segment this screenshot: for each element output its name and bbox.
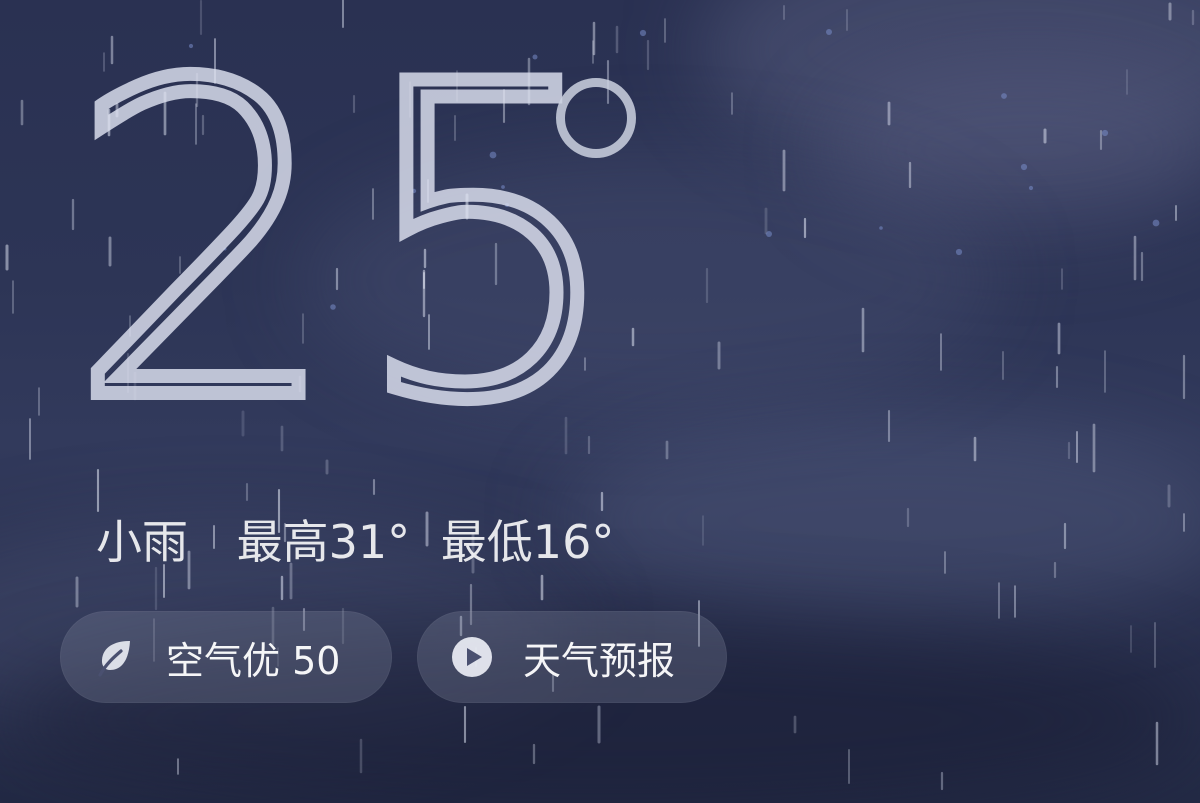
rain-drop bbox=[1028, 185, 1034, 191]
temperature-value: 25 bbox=[61, 0, 636, 495]
rain-drop bbox=[955, 248, 963, 256]
rain-drop bbox=[1101, 129, 1109, 137]
degree-symbol bbox=[556, 78, 636, 158]
leaf-icon bbox=[94, 636, 136, 678]
weather-screen: 25 小雨 最高31° 最低16° 空气优 50 天气预报 bbox=[0, 0, 1200, 803]
rain-drop bbox=[1152, 219, 1160, 227]
air-quality-label: 空气优 50 bbox=[166, 638, 341, 683]
rain-drop bbox=[1020, 163, 1028, 171]
weather-condition: 小雨 bbox=[96, 515, 188, 569]
weather-summary: 小雨 最高31° 最低16° bbox=[96, 512, 614, 572]
low-temperature: 最低16° bbox=[440, 515, 615, 569]
rain-drop bbox=[1001, 93, 1007, 99]
cloud-haze bbox=[560, 420, 1200, 620]
rain-drop bbox=[879, 226, 883, 230]
current-temperature: 25 bbox=[61, 23, 668, 467]
rain-drop bbox=[826, 29, 832, 35]
air-quality-button[interactable]: 空气优 50 bbox=[60, 611, 392, 703]
cloud-haze bbox=[820, 60, 1200, 240]
cloud-haze bbox=[700, 0, 1200, 180]
high-temperature: 最高31° bbox=[236, 515, 411, 569]
forecast-label: 天气预报 bbox=[523, 638, 676, 683]
weather-forecast-button[interactable]: 天气预报 bbox=[417, 611, 727, 703]
rain-drop bbox=[766, 231, 772, 237]
play-icon bbox=[451, 636, 493, 678]
